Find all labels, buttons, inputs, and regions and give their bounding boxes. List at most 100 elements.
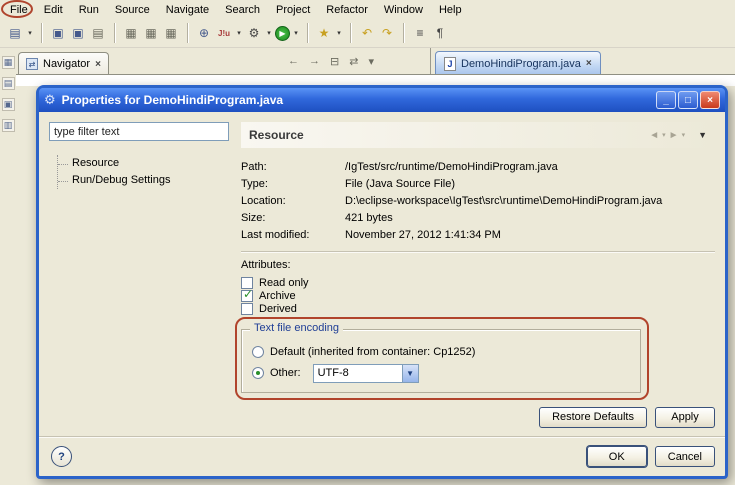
toolbar-icon[interactable]: ▦ (162, 24, 180, 42)
forward-icon[interactable]: ► (669, 130, 679, 141)
show-whitespace-icon[interactable]: ¶ (431, 24, 449, 42)
encoding-combo[interactable]: UTF-8 ▼ (312, 363, 419, 383)
ok-button[interactable]: OK (586, 446, 647, 467)
tab-navigator[interactable]: ⇄ Navigator × (18, 52, 109, 75)
previous-edit-location-icon[interactable]: ↶ (358, 24, 376, 42)
search-icon[interactable]: ★ (315, 24, 333, 42)
radio-label[interactable]: Default (inherited from container: Cp125… (270, 346, 475, 358)
menu-item-refactor[interactable]: Refactor (326, 4, 368, 16)
menu-item-navigate[interactable]: Navigate (166, 4, 209, 16)
attributes-label: Attributes: (241, 259, 291, 271)
window-buttons: _ □ × (656, 91, 720, 109)
save-icon[interactable]: ▣ (49, 24, 67, 42)
field-label: Location: (241, 194, 286, 207)
fast-view-rail: ▦ ▤ ▣ ▥ (0, 50, 16, 132)
dropdown-caret-icon[interactable]: ▾ (335, 29, 343, 37)
dialog-footer: ? OK Cancel (39, 436, 725, 476)
back-caret-icon[interactable]: ▾ (662, 131, 666, 139)
radio-row-default: Default (inherited from container: Cp125… (252, 342, 630, 363)
maximize-button[interactable]: □ (678, 91, 698, 109)
new-wizard-icon[interactable]: ▤ (6, 24, 24, 42)
forward-icon[interactable]: → (309, 55, 320, 68)
menu-item-source[interactable]: Source (115, 4, 150, 16)
help-button[interactable]: ? (51, 446, 72, 467)
page-navigation: ◄ ▾ ► ▾ ▼ (649, 130, 707, 141)
field-label: Size: (241, 211, 266, 224)
eclipse-workbench: File Edit Run Source Navigate Search Pro… (0, 0, 735, 485)
minimized-view-icon[interactable]: ▦ (1, 56, 15, 69)
menu-item-file[interactable]: File (10, 4, 28, 16)
radio-label[interactable]: Other: (270, 367, 301, 379)
toolbar-separator (350, 23, 351, 43)
encoding-combo-value: UTF-8 (317, 366, 349, 379)
minimize-button[interactable]: _ (656, 91, 676, 109)
main-toolbar: ▤ ▾ ▣ ▣ ▤ ▦ ▦ ▦ ⊕ J!u ▾ ⚙ ▾ ▶ ▾ ★ ▾ ↶ ↷ … (0, 19, 735, 48)
restore-defaults-button[interactable]: Restore Defaults (539, 406, 647, 428)
menu-item-search[interactable]: Search (225, 4, 260, 16)
toolbar-icon[interactable]: ▦ (142, 24, 160, 42)
forward-caret-icon[interactable]: ▾ (682, 131, 686, 139)
group-label: Text file encoding (250, 321, 343, 334)
menu-item-edit[interactable]: Edit (44, 4, 63, 16)
dropdown-caret-icon[interactable]: ▾ (235, 29, 243, 37)
next-edit-location-icon[interactable]: ↷ (378, 24, 396, 42)
apply-button[interactable]: Apply (655, 406, 715, 428)
run-icon[interactable]: ▶ (275, 25, 290, 41)
tab-editor-demohindiprogram[interactable]: J DemoHindiProgram.java × (435, 51, 601, 75)
back-icon[interactable]: ← (288, 55, 299, 68)
checkbox-row-derived: Derived (241, 303, 715, 316)
text-file-encoding-group: Text file encoding Default (inherited fr… (235, 316, 649, 400)
tree-item-resource[interactable]: Resource (58, 155, 229, 172)
dropdown-caret-icon[interactable]: ▾ (26, 29, 34, 37)
view-menu-icon[interactable]: ▾ (368, 55, 374, 68)
panel-header: Resource ◄ ▾ ► ▾ ▼ (241, 122, 715, 148)
debug-icon[interactable]: ⚙ (245, 24, 263, 42)
checkbox-label[interactable]: Derived (259, 303, 297, 315)
tree-item-run-debug-settings[interactable]: Run/Debug Settings (58, 172, 229, 189)
menu-item-window[interactable]: Window (384, 4, 423, 16)
dialog-titlebar[interactable]: ⚙ Properties for DemoHindiProgram.java _… (39, 88, 725, 112)
print-icon[interactable]: ▤ (89, 24, 107, 42)
cancel-button[interactable]: Cancel (654, 446, 715, 467)
link-with-editor-icon[interactable]: ⇄ (349, 55, 358, 68)
new-class-icon[interactable]: ⊕ (195, 24, 213, 42)
save-all-icon[interactable]: ▣ (69, 24, 87, 42)
footer-buttons: OK Cancel (586, 446, 715, 467)
collapse-all-icon[interactable]: ⊟ (330, 55, 339, 68)
view-menu-icon[interactable]: ▼ (698, 130, 707, 140)
minimized-view-icon[interactable]: ▤ (1, 77, 15, 90)
field-value: D:\eclipse-workspace\IgTest\src\runtime\… (345, 194, 663, 207)
field-label: Path: (241, 160, 267, 173)
junit-icon[interactable]: J!u (215, 24, 233, 42)
chevron-down-icon[interactable]: ▼ (401, 364, 418, 382)
close-icon[interactable]: × (95, 59, 101, 70)
other-encoding-radio[interactable] (252, 367, 264, 380)
archive-checkbox[interactable] (241, 287, 253, 302)
dropdown-caret-icon[interactable]: ▾ (265, 29, 273, 37)
filter-input[interactable] (49, 122, 229, 141)
minimized-view-icon[interactable]: ▣ (1, 98, 15, 111)
menu-bar: File Edit Run Source Navigate Search Pro… (0, 0, 735, 19)
tab-editor-label: DemoHindiProgram.java (461, 57, 581, 70)
default-encoding-radio[interactable] (252, 346, 264, 359)
checkbox-label[interactable]: Archive (259, 290, 296, 302)
minimized-view-icon[interactable]: ▥ (1, 119, 15, 132)
tab-navigator-label: Navigator (43, 58, 91, 70)
checkbox-label[interactable]: Read only (259, 277, 309, 289)
format-icon[interactable]: ≡ (411, 24, 429, 42)
menu-item-project[interactable]: Project (276, 4, 310, 16)
field-location: Location: D:\eclipse-workspace\IgTest\sr… (241, 192, 715, 209)
field-value: 421 bytes (345, 211, 393, 224)
dialog-body: Resource Run/Debug Settings Resource ◄ ▾… (39, 112, 725, 428)
radio-row-other: Other: UTF-8 ▼ (252, 363, 630, 384)
properties-gear-icon: ⚙ (44, 92, 56, 107)
menu-item-run[interactable]: Run (79, 4, 99, 16)
derived-checkbox[interactable] (241, 303, 253, 316)
toolbar-icon[interactable]: ▦ (122, 24, 140, 42)
close-icon[interactable]: × (586, 58, 592, 69)
dropdown-caret-icon[interactable]: ▾ (292, 29, 300, 37)
checkbox-row-read-only: Read only (241, 276, 715, 289)
close-button[interactable]: × (700, 91, 720, 109)
back-icon[interactable]: ◄ (649, 130, 659, 141)
menu-item-help[interactable]: Help (439, 4, 462, 16)
